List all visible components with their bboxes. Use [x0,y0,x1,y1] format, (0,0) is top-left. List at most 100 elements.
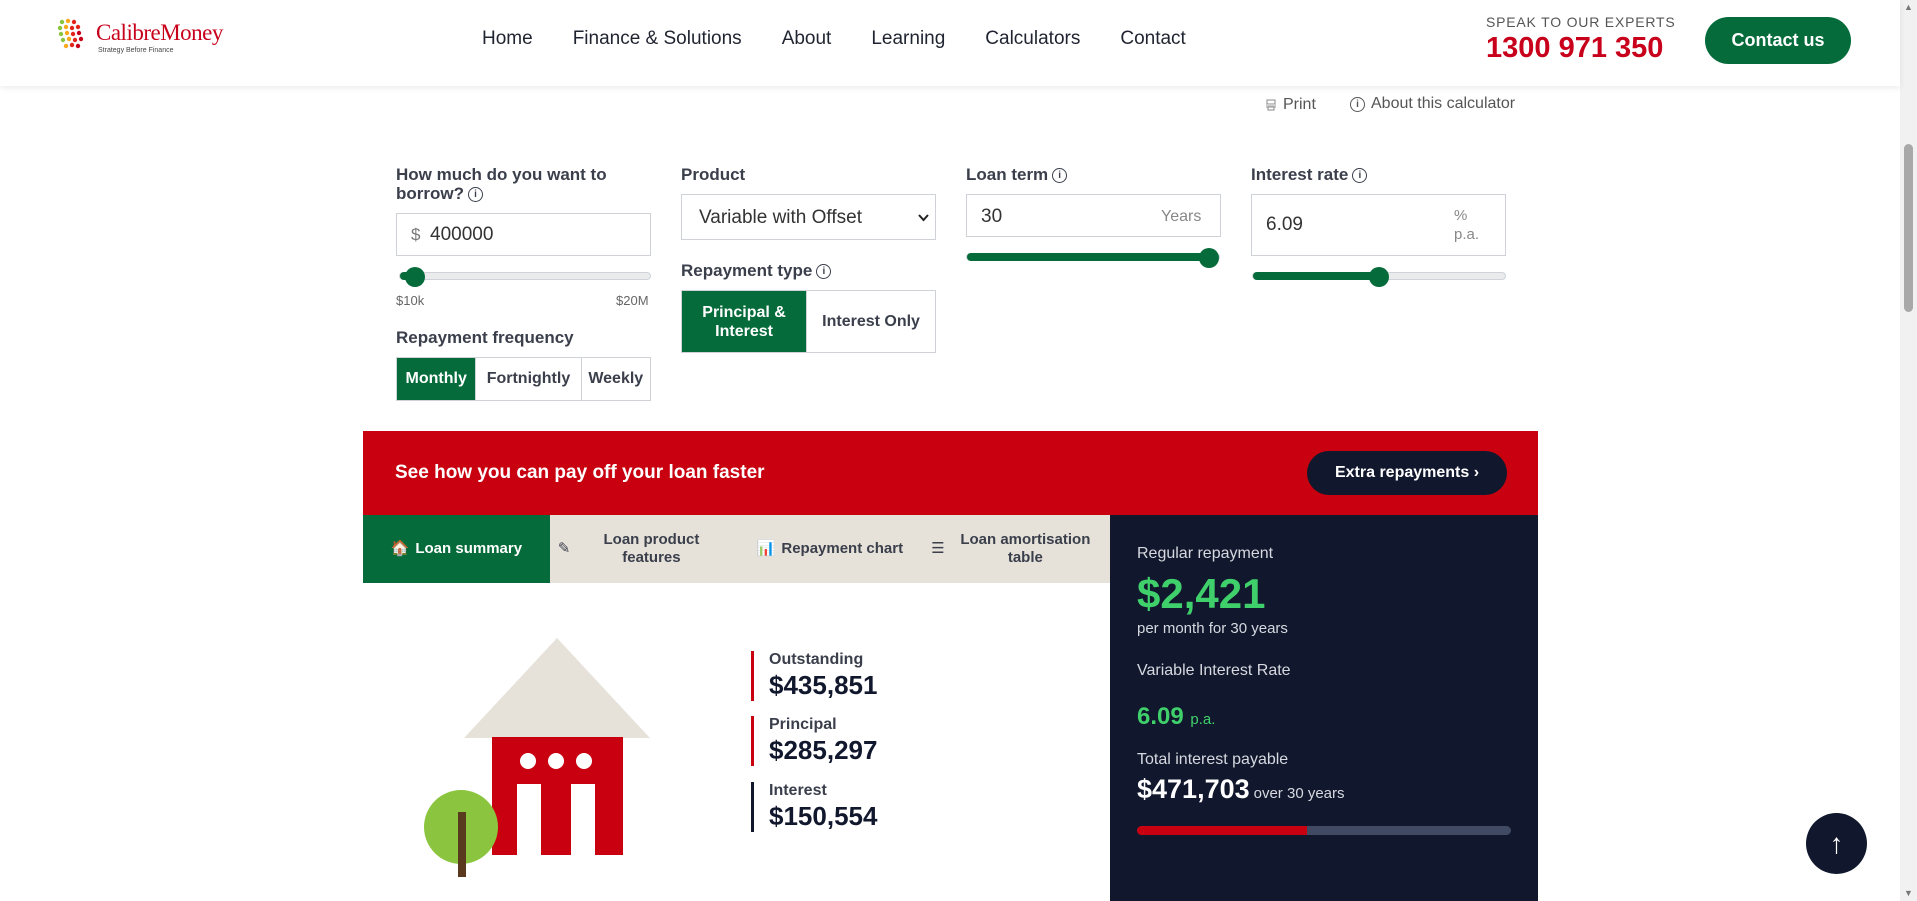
nav-finance-solutions[interactable]: Finance & Solutions [573,28,742,50]
borrow-amount-value: 400000 [430,224,494,245]
repayment-results-panel: Regular repayment $2,421 per month for 3… [1110,515,1538,901]
nav-learning[interactable]: Learning [871,28,945,50]
product-label: Product [681,165,746,184]
outstanding-value: $435,851 [769,670,878,700]
arrow-up-icon: ↑ [1829,827,1844,859]
interest-rate-input[interactable]: 6.09 % p.a. [1251,194,1506,256]
frequency-monthly[interactable]: Monthly [397,358,477,400]
list-icon: ☰ [931,540,945,557]
regular-repayment-label: Regular repayment [1137,545,1274,562]
repayment-interest-only[interactable]: Interest Only [807,291,935,352]
total-interest-value: $471,703 [1137,774,1250,804]
outstanding-label: Outstanding [769,651,864,668]
principal-stat: Principal $285,297 [751,716,877,766]
print-link[interactable]: Print [1265,96,1316,114]
repayment-principal-interest[interactable]: Principal & Interest [682,291,808,352]
product-select[interactable]: Variable with Offset [681,194,936,240]
print-icon [1266,99,1276,111]
rate-value: 6.09 [1137,703,1184,730]
chevron-down-icon [918,214,929,222]
nav-about[interactable]: About [782,28,832,50]
phone-number[interactable]: 1300 971 350 [1486,32,1676,65]
interest-rate-slider-fill [1253,272,1379,280]
speak-label: SPEAK TO OUR EXPERTS [1486,14,1676,30]
interest-rate-unit: % p.a. [1454,207,1480,243]
site-header: CalibreMoney Strategy Before Finance Hom… [0,0,1900,86]
repayment-type-label-text: Repayment type [681,261,813,280]
borrow-amount-input[interactable]: $ 400000 [396,213,651,256]
house-illustration [424,638,650,877]
loan-term-slider[interactable] [966,248,1220,268]
repayment-type-selector: Principal & Interest Interest Only [681,290,936,353]
borrow-label: How much do you want to borrow? i [396,165,636,203]
tab-loan-product-features-label: Loan product features [603,531,700,566]
borrow-slider-handle[interactable] [404,267,425,287]
interest-stat: Interest $150,554 [751,782,877,832]
nav-calculators[interactable]: Calculators [985,28,1080,50]
tab-repayment-chart[interactable]: 📊 Repayment chart [737,515,924,583]
frequency-selector: Monthly Fortnightly Weekly [396,357,651,401]
banner-text: See how you can pay off your loan faster [395,462,765,483]
loan-term-label-text: Loan term [966,165,1049,184]
back-to-top-button[interactable]: ↑ [1806,813,1867,874]
loan-term-slider-fill [967,253,1209,261]
borrow-info-icon[interactable]: i [468,187,483,203]
interest-ratio-bar [1137,826,1511,835]
borrow-slider[interactable] [399,267,651,287]
tab-loan-amortisation-table-label: Loan amortisation table [960,531,1091,566]
loan-term-info-icon[interactable]: i [1052,168,1068,184]
tab-loan-summary[interactable]: 🏠 Loan summary [363,515,550,583]
interest-rate-info-icon[interactable]: i [1352,168,1368,184]
rate-unit: p.a. [1190,711,1216,728]
repayment-type-label: Repayment type i [681,261,832,280]
scroll-up-arrow-icon[interactable]: ▲ [1904,2,1913,12]
interest-rate-slider[interactable] [1252,267,1506,287]
rate-type-label: Variable Interest Rate [1137,662,1291,679]
pencil-icon: ✎ [557,540,571,557]
principal-label: Principal [769,716,837,733]
calibre-money-logo[interactable]: CalibreMoney Strategy Before Finance [56,14,223,62]
extra-repayments-button[interactable]: Extra repayments › [1307,451,1507,495]
frequency-fortnightly[interactable]: Fortnightly [476,358,582,400]
currency-prefix: $ [411,225,421,244]
nav-home[interactable]: Home [482,28,533,50]
interest-rate-label-text: Interest rate [1251,165,1349,184]
nav-contact[interactable]: Contact [1120,28,1185,50]
page-scrollbar[interactable]: ▲ ▼ [1900,0,1917,901]
logo-brand-text: CalibreMoney [96,20,223,45]
info-icon: i [1350,96,1365,112]
loan-term-unit: Years [1161,208,1202,225]
regular-repayment-value: $2,421 [1137,570,1266,617]
speak-to-experts: SPEAK TO OUR EXPERTS 1300 971 350 [1486,14,1676,65]
frequency-weekly[interactable]: Weekly [582,358,650,400]
loan-term-label: Loan term i [966,165,1068,184]
house-icon: 🏠 [390,540,410,557]
tab-repayment-chart-label: Repayment chart [781,540,904,557]
interest-label: Interest [769,782,827,799]
borrow-min-label: $10k [396,293,425,308]
borrow-max-label: $20M [616,293,649,308]
total-interest-display: $471,703 over 30 years [1137,774,1345,805]
contact-us-button[interactable]: Contact us [1705,17,1851,64]
loan-term-slider-handle[interactable] [1199,248,1219,268]
scroll-down-arrow-icon[interactable]: ▼ [1904,888,1913,898]
about-calculator-link[interactable]: i About this calculator [1350,95,1515,113]
pay-off-faster-banner: See how you can pay off your loan faster… [363,431,1538,515]
interest-rate-value: 6.09 [1266,214,1303,235]
logo-tagline: Strategy Before Finance [98,47,174,54]
loan-term-input[interactable]: 30 Years [966,194,1221,237]
repayment-type-info-icon[interactable]: i [816,264,832,280]
tab-loan-product-features[interactable]: ✎ Loan product features [550,515,737,583]
total-interest-suffix: over 30 years [1253,785,1345,802]
borrow-label-text: How much do you want to borrow? [396,165,607,203]
repayment-period-text: per month for 30 years [1137,620,1288,637]
interest-rate-slider-handle[interactable] [1369,267,1389,287]
main-nav: Home Finance & Solutions About Learning … [482,28,1186,50]
about-calculator-label: About this calculator [1371,95,1516,112]
interest-value: $150,554 [769,801,878,831]
bar-chart-icon: 📊 [756,540,776,557]
scrollbar-thumb[interactable] [1904,144,1913,312]
tab-loan-amortisation-table[interactable]: ☰ Loan amortisation table [923,515,1110,583]
frequency-label: Repayment frequency [396,328,574,347]
print-label: Print [1283,96,1316,113]
